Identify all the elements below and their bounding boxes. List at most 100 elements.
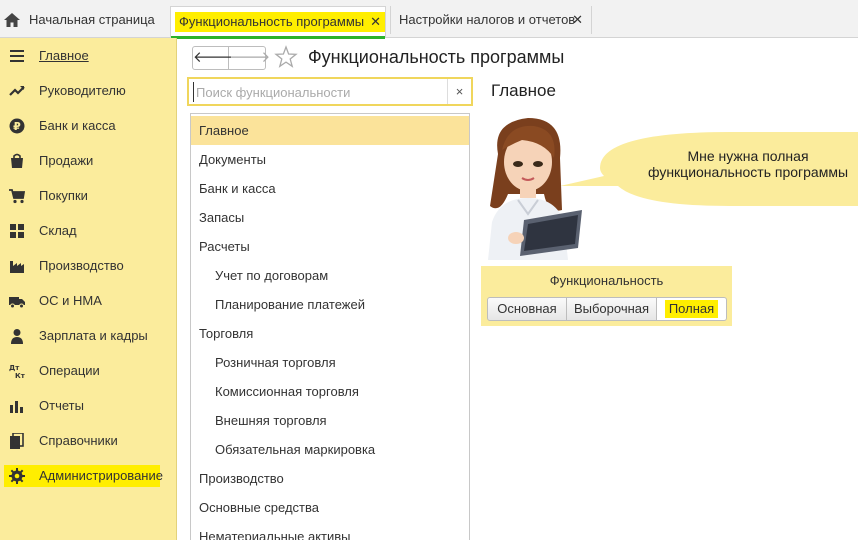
page-title: Функциональность программы: [308, 47, 565, 67]
sidebar-item-reports[interactable]: Отчеты: [0, 393, 177, 419]
active-tab-underline: [171, 36, 385, 39]
list-item[interactable]: Внешняя торговля: [191, 406, 469, 435]
tab-home-label: Начальная страница: [29, 12, 155, 27]
section-title: Главное: [491, 81, 556, 100]
svg-text:Кт: Кт: [15, 372, 25, 379]
tab-bar: Начальная страница Функциональность прог…: [0, 0, 858, 39]
sidebar-item-bank[interactable]: ₽ Банк и касса: [0, 113, 177, 139]
list-item[interactable]: Главное: [191, 116, 469, 145]
sidebar-item-label: Банк и касса: [39, 118, 116, 133]
gear-icon: [9, 468, 25, 484]
trend-icon: [9, 86, 25, 96]
sidebar-item-label: Отчеты: [39, 398, 84, 413]
list-item[interactable]: Учет по договорам: [191, 261, 469, 290]
list-item[interactable]: Производство: [191, 464, 469, 493]
person-icon: [11, 329, 23, 344]
tab-tax-settings-close-icon[interactable]: ✕: [572, 6, 583, 34]
truck-icon: [9, 297, 25, 309]
dt-kt-icon: ДтКт: [9, 364, 25, 379]
back-button[interactable]: 🡐: [193, 47, 233, 69]
list-item-label: Запасы: [199, 210, 245, 225]
tab-tax-settings[interactable]: Настройки налогов и отчетов ✕: [390, 6, 592, 34]
sidebar-item-purchases[interactable]: Покупки: [0, 183, 177, 209]
ruble-icon: ₽: [9, 118, 25, 134]
sidebar-item-label: Зарплата и кадры: [39, 328, 148, 343]
tab-functionality-label: Функциональность программы: [179, 14, 365, 29]
search-input[interactable]: [193, 82, 443, 102]
books-icon: [10, 433, 24, 449]
tab-home[interactable]: Начальная страница: [4, 6, 166, 34]
list-item-label: Нематериальные активы: [199, 529, 351, 540]
sidebar-item-label: Главное: [39, 48, 89, 63]
tab-functionality-close-icon[interactable]: ✕: [370, 14, 381, 29]
nav-buttons: 🡐 🡒: [192, 46, 270, 70]
svg-text:₽: ₽: [13, 120, 21, 133]
bubble-line-1: Мне нужна полная: [687, 148, 809, 164]
warehouse-icon: [10, 224, 24, 238]
sidebar-item-references[interactable]: Справочники: [0, 428, 177, 454]
sidebar-item-salary[interactable]: Зарплата и кадры: [0, 323, 177, 349]
list-item[interactable]: Обязательная маркировка: [191, 435, 469, 464]
sidebar-item-label: Производство: [39, 258, 124, 273]
sidebar-item-label: Администрирование: [39, 468, 163, 483]
sidebar-item-administration[interactable]: Администрирование: [0, 463, 177, 489]
clear-search-button[interactable]: ×: [447, 79, 471, 104]
sidebar-item-manager[interactable]: Руководителю: [0, 78, 177, 104]
list-item-label: Основные средства: [199, 500, 319, 515]
bar-chart-icon: [10, 401, 23, 413]
sidebar-item-assets[interactable]: ОС и НМА: [0, 288, 177, 314]
factory-icon: [10, 261, 24, 273]
tab-functionality[interactable]: Функциональность программы ✕: [170, 6, 386, 39]
tab-tax-settings-label: Настройки налогов и отчетов: [399, 12, 576, 27]
list-item[interactable]: Запасы: [191, 203, 469, 232]
bubble-line-2: функциональность программы: [647, 164, 849, 180]
panel-title: Функциональность: [549, 273, 664, 288]
sidebar-item-operations[interactable]: Дт Кт Операции: [0, 358, 177, 384]
list-item-label: Расчеты: [199, 239, 250, 254]
forward-button[interactable]: 🡒: [230, 47, 270, 69]
list-item-label: Внешняя торговля: [215, 413, 327, 428]
sidebar-item-main[interactable]: Главное: [0, 43, 177, 69]
star-icon[interactable]: [274, 45, 298, 69]
sidebar-item-production[interactable]: Производство: [0, 253, 177, 279]
sidebar-item-label: ОС и НМА: [39, 293, 102, 308]
sidebar-item-warehouse[interactable]: Склад: [0, 218, 177, 244]
list-item[interactable]: Расчеты: [191, 232, 469, 261]
list-item-label: Производство: [199, 471, 284, 486]
option-full-button[interactable]: Полная: [657, 297, 727, 321]
list-item-label: Главное: [199, 123, 249, 138]
sidebar-item-label: Продажи: [39, 153, 94, 168]
home-icon: [4, 13, 20, 27]
bubble-text: Мне нужна полная функциональность програ…: [628, 148, 858, 180]
bag-icon: [11, 153, 23, 168]
list-item-label: Розничная торговля: [215, 355, 336, 370]
list-item-label: Документы: [199, 152, 267, 167]
functionality-list: Главное Документы Банк и касса Запасы Ра…: [190, 113, 470, 540]
list-item-label: Торговля: [199, 326, 254, 341]
list-item-label: Учет по договорам: [215, 268, 329, 283]
option-basic-button[interactable]: Основная: [487, 297, 567, 321]
sidebar-item-label: Руководителю: [39, 83, 126, 98]
list-item[interactable]: Основные средства: [191, 493, 469, 522]
tab-functionality-highlight: Функциональность программы ✕: [175, 12, 386, 32]
list-item[interactable]: Торговля: [191, 319, 469, 348]
list-item-label: Банк и касса: [199, 181, 276, 196]
option-selective-button[interactable]: Выборочная: [567, 297, 657, 321]
sidebar-item-label: Склад: [39, 223, 77, 238]
list-item[interactable]: Розничная торговля: [191, 348, 469, 377]
list-item[interactable]: Нематериальные активы: [191, 522, 469, 540]
option-full-label: Полная: [664, 300, 719, 318]
search-box: ×: [187, 77, 473, 106]
sidebar-item-label: Справочники: [39, 433, 118, 448]
list-item-label: Планирование платежей: [215, 297, 365, 312]
list-item[interactable]: Документы: [191, 145, 469, 174]
list-item[interactable]: Комиссионная торговля: [191, 377, 469, 406]
sidebar-item-sales[interactable]: Продажи: [0, 148, 177, 174]
functionality-panel: Функциональность Основная Выборочная Пол…: [481, 266, 732, 326]
sidebar-item-label: Операции: [39, 363, 100, 378]
assistant-avatar: [488, 118, 582, 260]
list-item[interactable]: Банк и касса: [191, 174, 469, 203]
list-item[interactable]: Планирование платежей: [191, 290, 469, 319]
list-item-label: Обязательная маркировка: [215, 442, 376, 457]
svg-text:Дт: Дт: [9, 364, 20, 372]
